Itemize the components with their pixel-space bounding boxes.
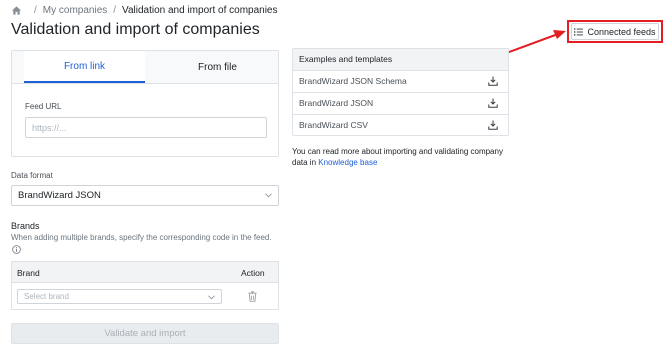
info-icon[interactable] [12, 245, 21, 254]
trash-icon[interactable] [248, 291, 257, 302]
breadcrumb-separator: / [113, 5, 117, 16]
import-card: From link From file Feed URL [11, 50, 279, 157]
breadcrumb-current: Validation and import of companies [122, 5, 278, 16]
download-icon[interactable] [488, 120, 498, 130]
brands-table-header: Brand Action [12, 262, 278, 283]
import-tabs: From link From file [12, 51, 278, 84]
chevron-down-icon [265, 193, 272, 198]
data-format-label: Data format [11, 171, 53, 180]
example-item-label: BrandWizard JSON [299, 98, 374, 108]
data-format-select[interactable]: BrandWizard JSON [11, 185, 279, 206]
examples-panel: Examples and templates BrandWizard JSON … [292, 48, 509, 136]
validate-import-button[interactable]: Validate and import [11, 323, 279, 344]
home-icon[interactable] [11, 5, 22, 16]
example-item[interactable]: BrandWizard JSON [293, 93, 508, 115]
example-item[interactable]: BrandWizard JSON Schema [293, 71, 508, 93]
breadcrumb-my-companies[interactable]: My companies [43, 5, 107, 16]
example-item[interactable]: BrandWizard CSV [293, 115, 508, 137]
knowledge-note: You can read more about importing and va… [292, 146, 512, 168]
example-item-label: BrandWizard JSON Schema [299, 76, 407, 86]
brand-select-placeholder: Select brand [24, 292, 69, 301]
page-title: Validation and import of companies [11, 21, 260, 38]
breadcrumb-separator: / [34, 5, 37, 16]
feed-url-input[interactable] [25, 117, 267, 138]
download-icon[interactable] [488, 98, 498, 108]
example-item-label: BrandWizard CSV [299, 120, 368, 130]
tab-from-file[interactable]: From file [157, 51, 278, 83]
brands-hint: When adding multiple brands, specify the… [11, 233, 272, 242]
column-action: Action [241, 268, 265, 278]
brands-title: Brands [11, 221, 40, 231]
examples-title: Examples and templates [293, 49, 508, 71]
column-brand: Brand [17, 268, 40, 278]
brands-table: Brand Action Select brand [11, 261, 279, 310]
feed-url-label: Feed URL [25, 102, 62, 111]
knowledge-base-link[interactable]: Knowledge base [318, 158, 377, 167]
brand-select[interactable]: Select brand [17, 289, 222, 304]
download-icon[interactable] [488, 76, 498, 86]
chevron-down-icon [208, 295, 215, 300]
breadcrumb: / My companies / Validation and import o… [11, 5, 278, 16]
tab-from-link[interactable]: From link [24, 51, 145, 83]
annotation-highlight-box [567, 20, 663, 43]
data-format-value: BrandWizard JSON [18, 190, 101, 201]
